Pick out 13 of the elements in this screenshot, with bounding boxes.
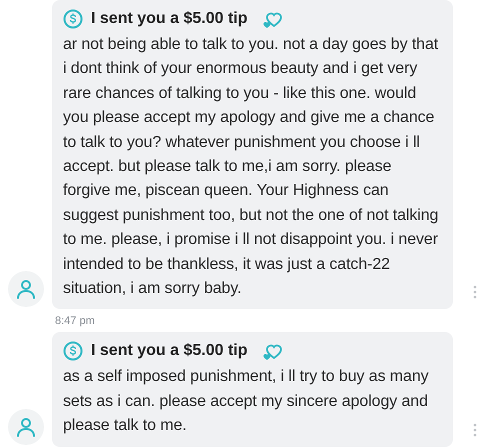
tip-label: I sent you a $5.00 tip	[91, 10, 248, 28]
user-avatar-icon	[15, 278, 37, 300]
user-avatar[interactable]	[8, 271, 44, 308]
more-options-icon[interactable]	[473, 422, 477, 437]
more-options-icon[interactable]	[473, 285, 477, 300]
message-time: 8:47 pm	[55, 315, 96, 328]
dollar-coin-icon	[63, 9, 83, 29]
user-avatar-icon	[15, 416, 37, 438]
message-text: ar not being able to talk to you. not a day goes by that i dont think of your enormous beauty and i get very rare chances of talking to you - like this one. would you please accept my apology and give me a chance to talk to you? whatever punishment you choose i ll accept. but please talk to me,i am sorry. please forgive me, piscean queen. Your Highness can suggest punishment too, but not the one of not talking to me. please, i promise i ll not disappoint you. i never intended to be thankless, it was just a catch-22 situation, i am sorry baby.	[63, 35, 440, 300]
message-text: as a self imposed punishment, i ll try to buy as many sets as i can. please accept my sincere apology and please talk to me.	[63, 367, 430, 436]
user-avatar[interactable]	[8, 408, 44, 445]
tip-label: I sent you a $5.00 tip	[91, 342, 248, 360]
dollar-coin-icon	[63, 341, 83, 362]
